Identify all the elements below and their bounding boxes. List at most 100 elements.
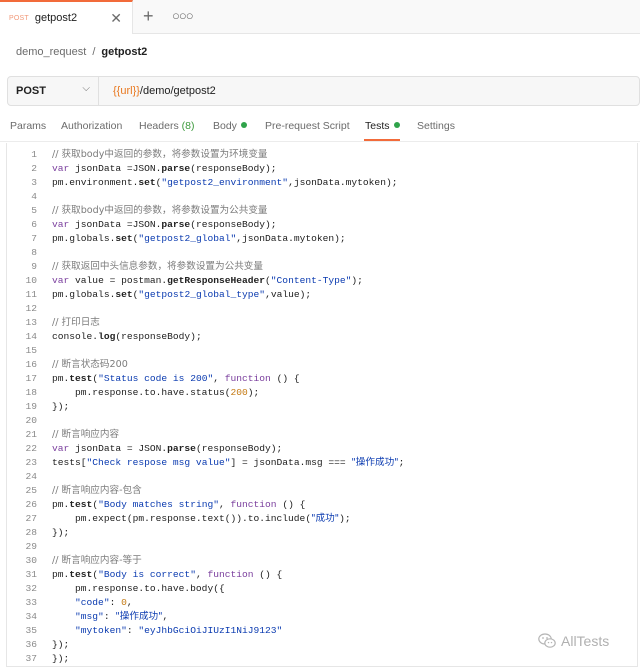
code-text: "code": 0, bbox=[75, 597, 133, 608]
code-line[interactable]: 22 var jsonData = JSON.parse(responseBody… bbox=[7, 442, 637, 456]
code-line[interactable]: 23 tests["Check respose msg value"] = jso… bbox=[7, 456, 637, 470]
watermark: AllTests bbox=[538, 633, 609, 649]
line-number: 22 bbox=[25, 443, 37, 454]
code-text: var jsonData =JSON.parse(responseBody); bbox=[52, 219, 277, 230]
status-dot-icon bbox=[393, 122, 400, 128]
code-text: var value = postman.getResponseHeader("C… bbox=[52, 275, 363, 286]
tab-label: Pre-request Script bbox=[265, 120, 350, 132]
tab-headers[interactable]: Headers (8) bbox=[139, 120, 194, 132]
code-line[interactable]: 26 pm.test("Body matches string", functio… bbox=[7, 498, 637, 512]
code-text: // 获取body中返回的参数，将参数设置为环境变量 bbox=[52, 149, 268, 160]
tab-label: Body bbox=[213, 120, 237, 132]
close-icon[interactable]: ✕ bbox=[110, 11, 122, 25]
watermark-text: AllTests bbox=[561, 633, 610, 649]
code-line[interactable]: 34 "msg": "操作成功", bbox=[7, 610, 637, 624]
breadcrumb-current[interactable]: getpost2 bbox=[101, 46, 147, 58]
tab-params[interactable]: Params bbox=[10, 120, 46, 132]
code-line[interactable]: 28}); bbox=[7, 526, 637, 540]
code-line[interactable]: 21 // 断言响应内容 bbox=[7, 428, 637, 442]
new-tab-button[interactable]: + bbox=[143, 6, 154, 26]
line-number: 30 bbox=[25, 555, 37, 566]
line-number: 3 bbox=[31, 177, 37, 188]
code-line[interactable]: 16 // 断言状态码200 bbox=[7, 358, 637, 372]
line-number: 14 bbox=[25, 331, 37, 342]
code-line[interactable]: 10 var value = postman.getResponseHeader(… bbox=[7, 274, 637, 288]
code-text: // 断言响应内容 bbox=[52, 429, 120, 440]
tab-tests[interactable]: Tests bbox=[365, 120, 400, 132]
code-line[interactable]: 31 pm.test("Body is correct", function ()… bbox=[7, 568, 637, 582]
tab-authorization[interactable]: Authorization bbox=[61, 120, 122, 132]
code-line[interactable]: 4 bbox=[7, 190, 637, 204]
code-line[interactable]: 9 // 获取返回中头信息参数，将参数设置为公共变量 bbox=[7, 260, 637, 274]
code-text: }); bbox=[52, 401, 70, 412]
code-line[interactable]: 32 pm.response.to.have.body({ bbox=[7, 582, 637, 596]
code-line[interactable]: 8 bbox=[7, 246, 637, 260]
code-line[interactable]: 37}); bbox=[7, 652, 637, 666]
code-line[interactable]: 24 bbox=[7, 470, 637, 484]
code-editor[interactable]: 1 // 获取body中返回的参数，将参数设置为环境变量 2 var jsonData… bbox=[6, 143, 638, 667]
code-line[interactable]: 6 var jsonData =JSON.parse(responseBody); bbox=[7, 218, 637, 232]
code-line[interactable]: 12 bbox=[7, 302, 637, 316]
code-line[interactable]: 33 "code": 0, bbox=[7, 596, 637, 610]
line-number: 32 bbox=[25, 583, 37, 594]
line-number: 2 bbox=[31, 163, 37, 174]
code-line[interactable]: 17 pm.test("Status code is 200", function… bbox=[7, 372, 637, 386]
code-line[interactable]: 20 bbox=[7, 414, 637, 428]
code-line[interactable]: 25 // 断言响应内容-包含 bbox=[7, 484, 637, 498]
code-text: pm.test("Body matches string", function … bbox=[52, 499, 306, 510]
more-tabs-icon[interactable]: ○○○ bbox=[172, 8, 194, 24]
line-number: 15 bbox=[25, 345, 37, 356]
code-line[interactable]: 15 bbox=[7, 344, 637, 358]
line-number: 27 bbox=[25, 513, 37, 524]
tab-label: Authorization bbox=[61, 120, 123, 132]
breadcrumb-parent[interactable]: demo_request bbox=[16, 46, 86, 58]
code-line[interactable]: 14 console.log(responseBody); bbox=[7, 330, 637, 344]
code-text: }); bbox=[52, 527, 70, 538]
line-number: 1 bbox=[31, 149, 37, 160]
code-text: "msg": "操作成功", bbox=[75, 611, 169, 622]
code-line[interactable]: 11 pm.globals.set("getpost2_global_type",… bbox=[7, 288, 637, 302]
line-number: 13 bbox=[25, 317, 37, 328]
code-text: pm.test("Status code is 200", function (… bbox=[52, 373, 300, 384]
url-bar: POST ⌵ {{url}}/demo/getpost2 bbox=[7, 76, 640, 106]
line-number: 18 bbox=[25, 387, 37, 398]
code-line[interactable]: 27 pm.expect(pm.response.text()).to.incl… bbox=[7, 512, 637, 526]
status-dot-icon bbox=[240, 122, 247, 128]
code-line[interactable]: 7 pm.globals.set("getpost2_global",jsonDa… bbox=[7, 232, 637, 246]
tab-settings[interactable]: Settings bbox=[417, 120, 455, 132]
line-number: 10 bbox=[25, 275, 37, 286]
code-line[interactable]: 19}); bbox=[7, 400, 637, 414]
code-text: pm.test("Body is correct", function () { bbox=[52, 569, 283, 580]
line-number: 31 bbox=[25, 569, 37, 580]
request-tab[interactable]: POST getpost2 ✕ bbox=[0, 0, 133, 34]
line-number: 34 bbox=[25, 611, 37, 622]
code-line[interactable]: 2 var jsonData =JSON.parse(responseBody); bbox=[7, 162, 637, 176]
code-line[interactable]: 30 // 断言响应内容-等于 bbox=[7, 554, 637, 568]
line-number: 7 bbox=[31, 233, 37, 244]
code-line[interactable]: 1 // 获取body中返回的参数，将参数设置为环境变量 bbox=[7, 148, 637, 162]
line-number: 17 bbox=[25, 373, 37, 384]
code-text: pm.expect(pm.response.text()).to.include… bbox=[52, 513, 351, 524]
code-line[interactable]: 3 pm.environment.set("getpost2_environmen… bbox=[7, 176, 637, 190]
line-number: 6 bbox=[31, 219, 37, 230]
code-line[interactable]: 5 // 获取body中返回的参数，将参数设置为公共变量 bbox=[7, 204, 637, 218]
method-label: POST bbox=[16, 85, 46, 97]
code-text: tests["Check respose msg value"] = jsonD… bbox=[52, 457, 405, 468]
tab-pre-request-script[interactable]: Pre-request Script bbox=[265, 120, 350, 132]
request-tabs: Params Authorization Headers (8) Body Pr… bbox=[0, 112, 640, 142]
method-select[interactable]: POST ⌵ bbox=[8, 77, 99, 105]
code-text: pm.globals.set("getpost2_global_type",va… bbox=[52, 289, 312, 300]
line-number: 33 bbox=[25, 597, 37, 608]
code-line[interactable]: 29 bbox=[7, 540, 637, 554]
line-number: 4 bbox=[31, 191, 37, 202]
code-text: pm.globals.set("getpost2_global",jsonDat… bbox=[52, 233, 346, 244]
url-input[interactable]: {{url}}/demo/getpost2 bbox=[113, 85, 216, 97]
code-text: pm.environment.set("getpost2_environment… bbox=[52, 177, 398, 188]
tab-body[interactable]: Body bbox=[213, 120, 247, 132]
code-text: pm.response.to.have.status(200); bbox=[52, 387, 260, 398]
code-text: // 获取body中返回的参数，将参数设置为公共变量 bbox=[52, 205, 268, 216]
active-tab-indicator bbox=[364, 139, 400, 141]
code-line[interactable]: 13 // 打印日志 bbox=[7, 316, 637, 330]
code-line[interactable]: 18 pm.response.to.have.status(200); bbox=[7, 386, 637, 400]
tab-strip: POST getpost2 ✕ + ○○○ bbox=[0, 0, 640, 34]
